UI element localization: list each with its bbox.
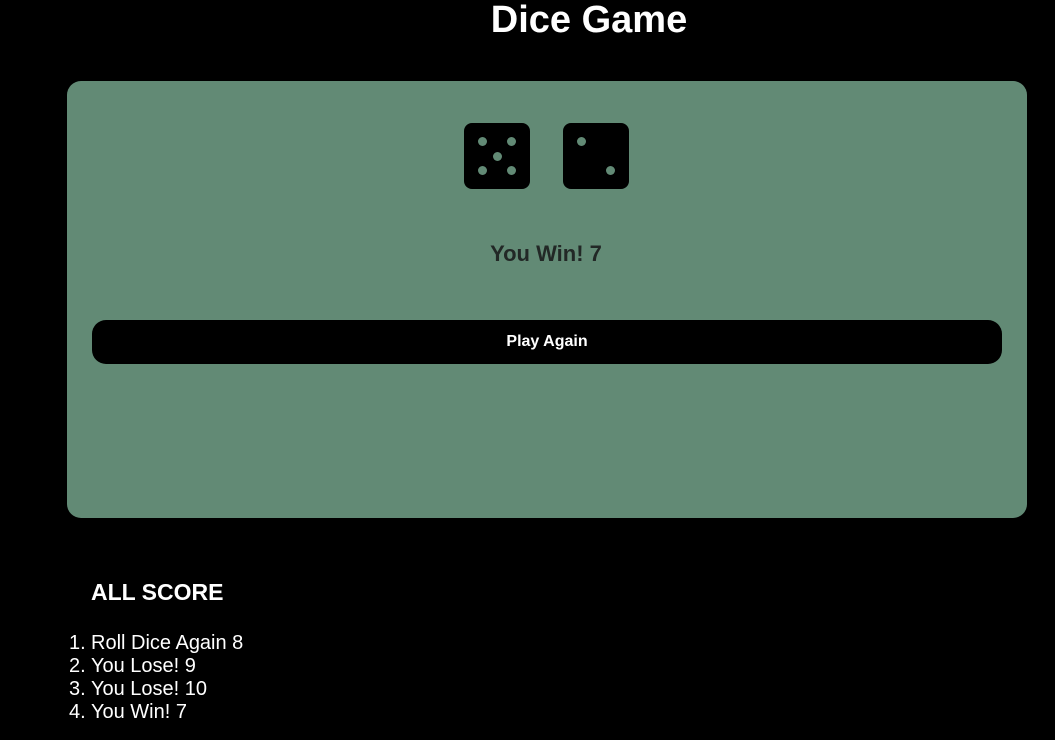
score-heading: ALL SCORE bbox=[91, 579, 224, 605]
play-again-button[interactable]: Play Again bbox=[92, 320, 1002, 364]
score-item-number: 4. bbox=[69, 701, 86, 723]
die-pip bbox=[478, 137, 487, 146]
score-item-number: 3. bbox=[69, 678, 86, 700]
die-pip bbox=[493, 152, 502, 161]
die-pip bbox=[507, 137, 516, 146]
score-item-text: Roll Dice Again 8 bbox=[91, 632, 244, 654]
score-item: 4. You Win! 7 bbox=[69, 701, 243, 724]
score-item-text: You Lose! 9 bbox=[91, 655, 196, 677]
die-pip bbox=[577, 137, 586, 146]
score-item-text: You Lose! 10 bbox=[91, 678, 208, 700]
result-text: You Win! 7 bbox=[490, 241, 602, 266]
die-pip bbox=[606, 166, 615, 175]
score-item: 1. Roll Dice Again 8 bbox=[69, 632, 244, 655]
game-card: You Win! 7 Play Again bbox=[67, 81, 1027, 518]
die-pip bbox=[507, 166, 516, 175]
score-item: 3. You Lose! 10 bbox=[69, 678, 243, 701]
page: Dice Game You Win! 7 Play Again ALL SCOR… bbox=[0, 0, 1055, 740]
score-item: 2. You Lose! 9 bbox=[69, 655, 243, 678]
score-item-text: You Win! 7 bbox=[91, 701, 187, 723]
die-pip bbox=[478, 166, 487, 175]
die-2 bbox=[563, 123, 629, 189]
score-item-number: 1. bbox=[69, 632, 86, 654]
score-item-number: 2. bbox=[69, 655, 86, 677]
die-1 bbox=[464, 123, 530, 189]
score-list: 1. Roll Dice Again 8 2. You Lose! 9 3. You … bbox=[69, 632, 244, 724]
page-title: Dice Game bbox=[490, 0, 688, 41]
